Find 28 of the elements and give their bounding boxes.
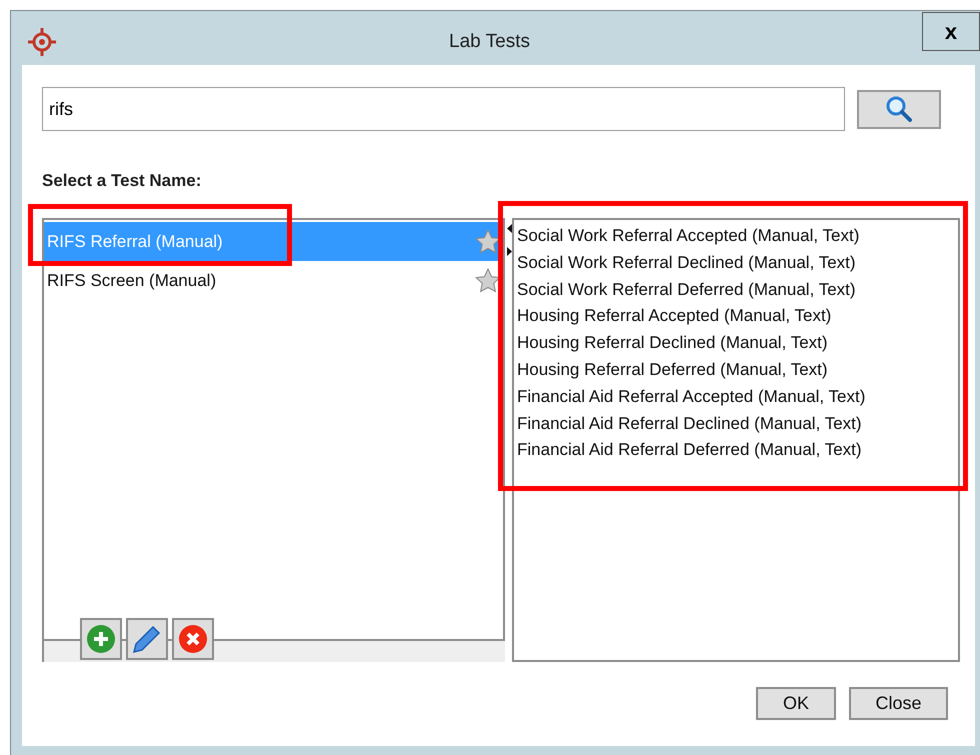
close-dialog-button[interactable]: Close [849, 687, 948, 720]
add-button[interactable] [80, 618, 122, 660]
search-field[interactable]: rifs [42, 87, 845, 131]
target-logo-icon [27, 27, 57, 57]
result-list-item[interactable]: Financial Aid Referral Accepted (Manual, Text) [517, 384, 958, 411]
result-list-item[interactable]: Housing Referral Accepted (Manual, Text) [517, 303, 958, 330]
delete-button[interactable] [172, 618, 214, 660]
result-list-item[interactable]: Financial Aid Referral Declined (Manual, Text) [517, 410, 958, 438]
list-label: Select a Test Name: [42, 171, 202, 190]
delete-icon [178, 624, 208, 654]
result-list-item[interactable]: Housing Referral Deferred (Manual, Text) [517, 356, 958, 384]
search-button[interactable] [857, 90, 941, 128]
star-icon[interactable] [475, 228, 501, 254]
ok-button[interactable]: OK [756, 687, 836, 720]
result-list-item[interactable]: Social Work Referral Declined (Manual, Text) [517, 250, 958, 277]
search-icon [884, 95, 914, 123]
result-list-item[interactable]: Social Work Referral Accepted (Manual, Text) [517, 223, 958, 250]
result-list-item[interactable]: Financial Aid Referral Deferred (Manual, Text) [517, 437, 958, 464]
left-arrow-icon[interactable] [507, 224, 512, 233]
pencil-icon [132, 624, 162, 654]
window-title: Lab Tests [449, 31, 530, 52]
result-list-item[interactable]: Social Work Referral Deferred (Manual, Text) [517, 276, 958, 304]
edit-button[interactable] [126, 618, 168, 660]
result-list-item[interactable]: Housing Referral Declined (Manual, Text) [517, 330, 958, 357]
plus-icon [86, 624, 116, 654]
star-icon[interactable] [475, 268, 501, 294]
right-arrow-icon[interactable] [507, 247, 512, 256]
window-close-button[interactable]: x [922, 12, 980, 51]
